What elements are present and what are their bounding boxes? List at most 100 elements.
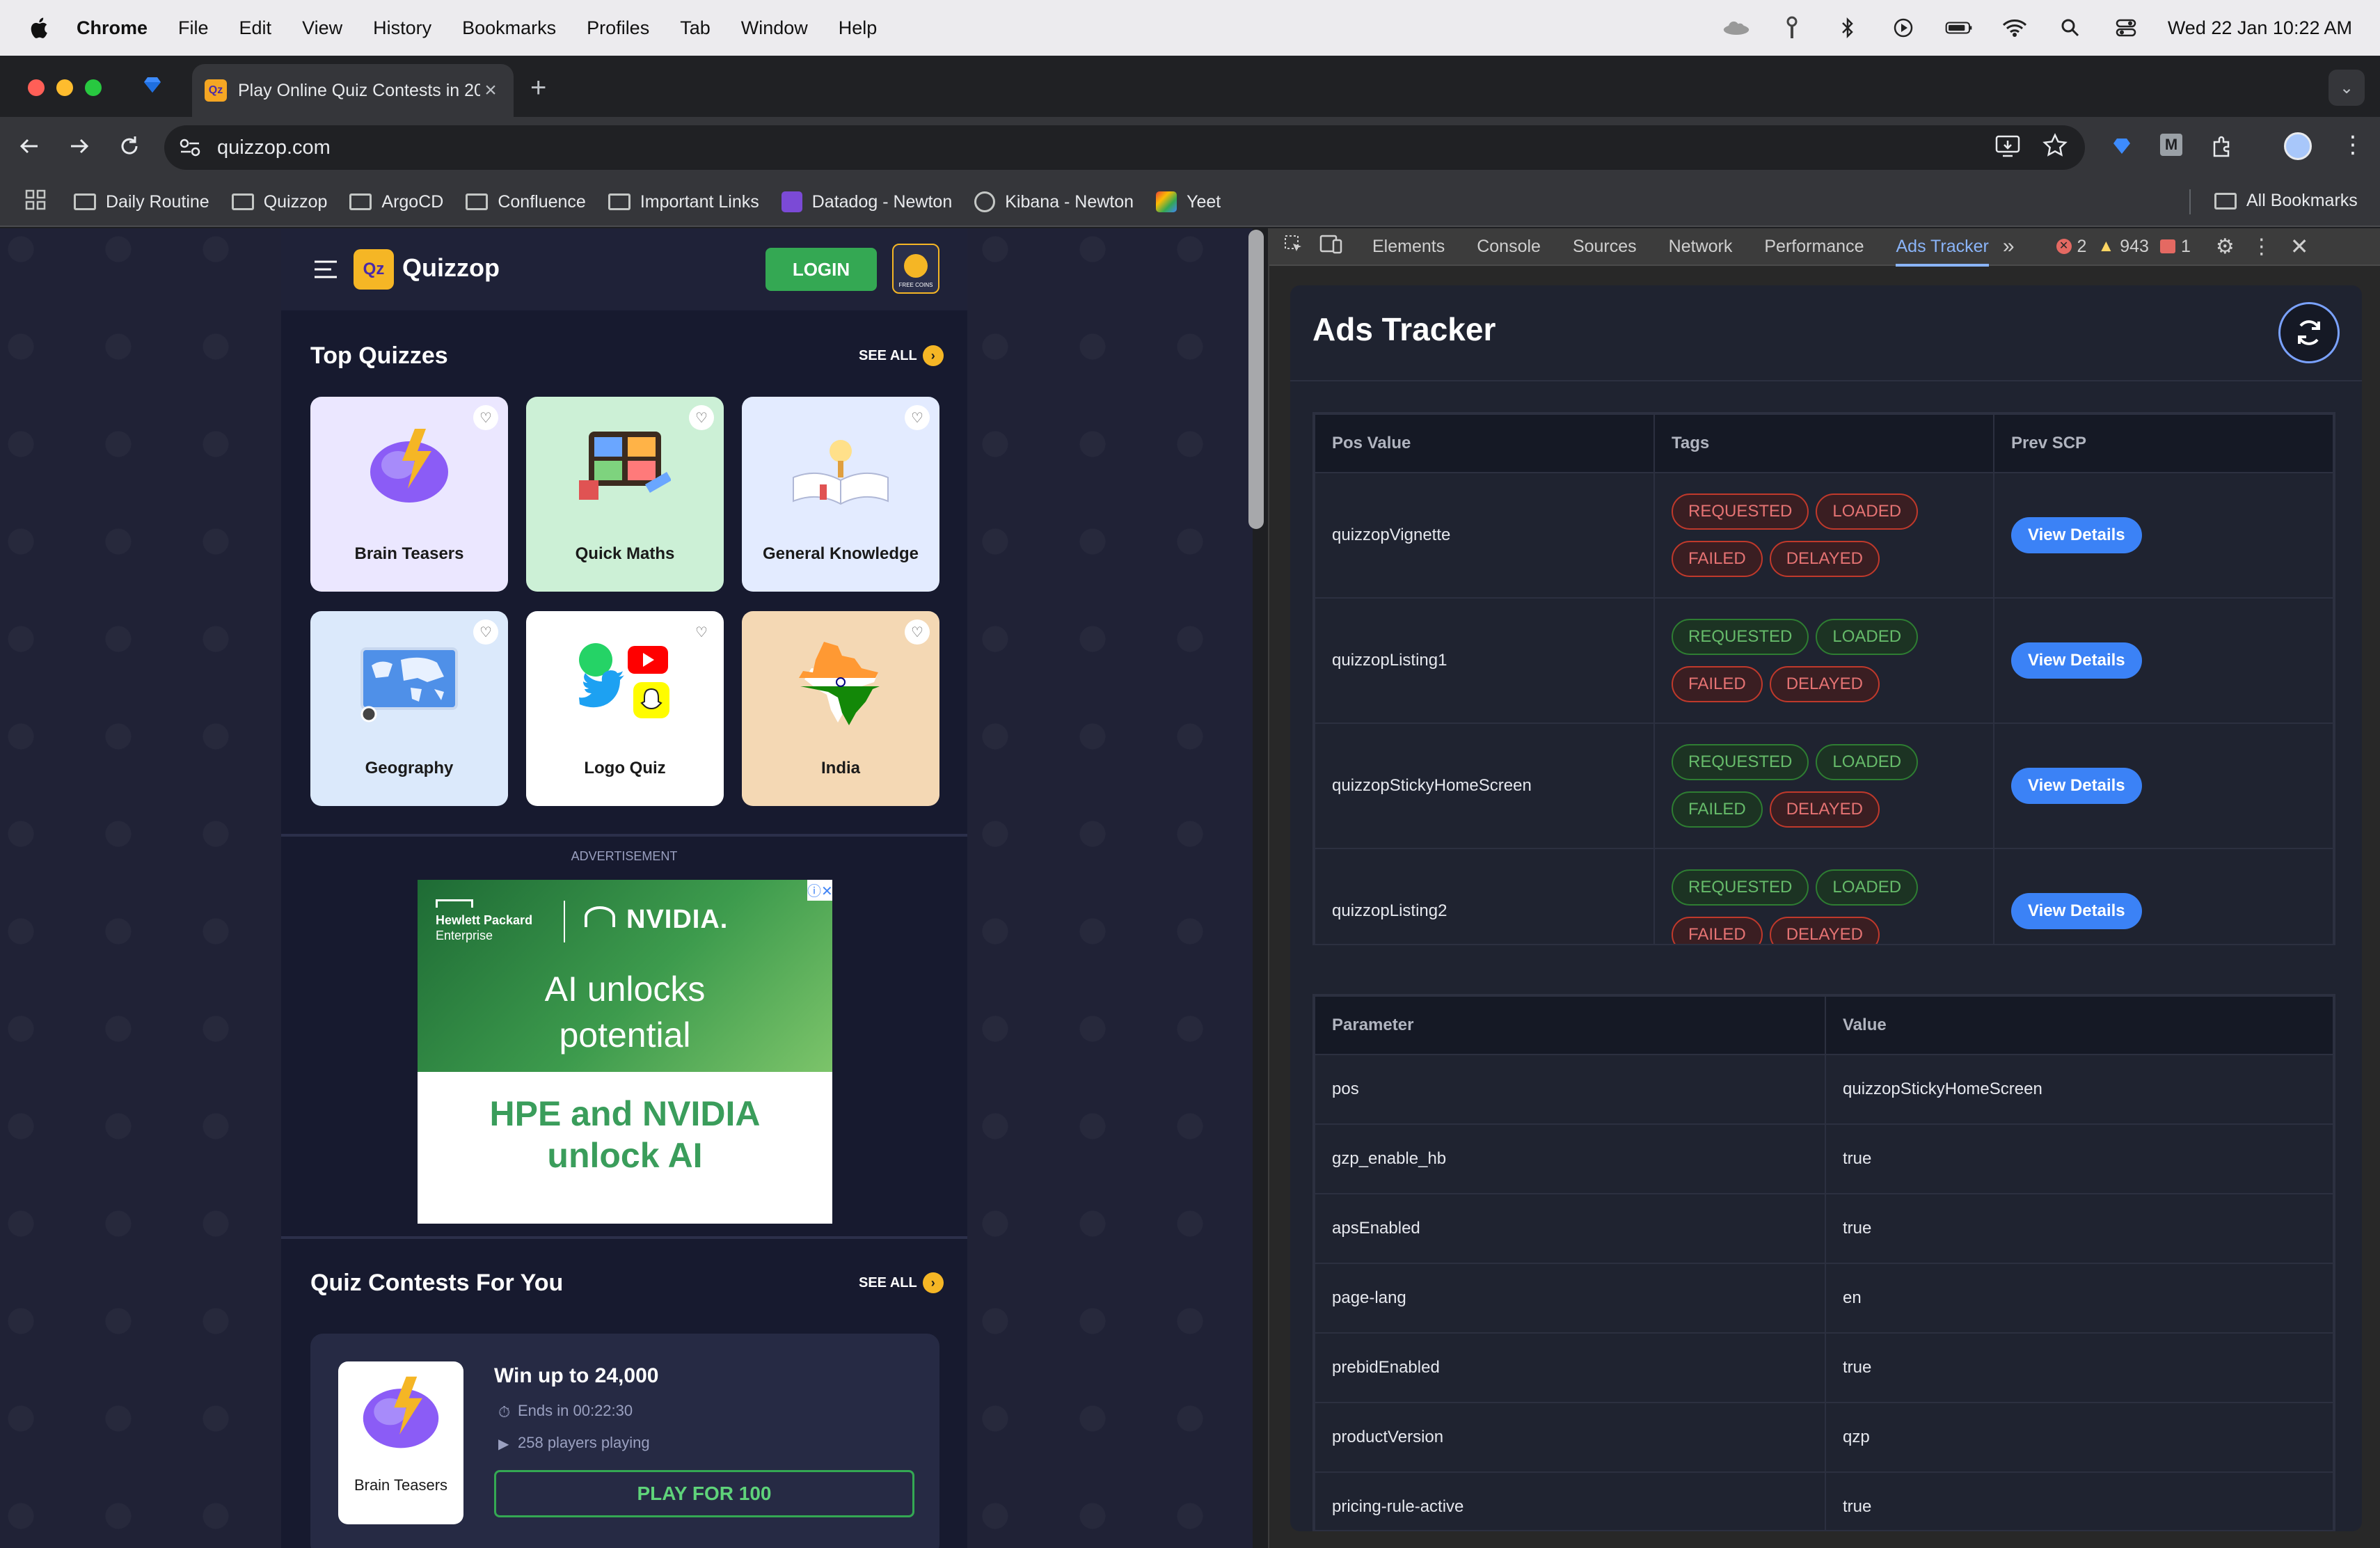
cloud-icon[interactable] [1722, 17, 1750, 39]
site-settings-icon[interactable] [178, 136, 202, 164]
bookmark-important-links[interactable]: Important Links [608, 192, 759, 212]
play-circle-icon[interactable] [1889, 17, 1917, 39]
clock[interactable]: Wed 22 Jan 10:22 AM [2168, 17, 2352, 39]
m-extension-icon[interactable]: M [2160, 134, 2182, 156]
heart-icon[interactable]: ♡ [905, 405, 930, 430]
play-contest-button[interactable]: PLAY FOR 100 [494, 1470, 914, 1517]
bookmark-yeet[interactable]: Yeet [1156, 191, 1221, 212]
wifi-icon[interactable] [2001, 17, 2029, 39]
free-coins-button[interactable]: FREE COINS [892, 244, 939, 294]
brand-name[interactable]: Quizzop [402, 253, 500, 283]
menu-edit[interactable]: Edit [239, 17, 272, 39]
menu-profiles[interactable]: Profiles [587, 17, 649, 39]
diamond-icon[interactable] [142, 74, 163, 98]
forward-arrow-icon[interactable] [67, 134, 92, 162]
value-cell: true [1825, 1123, 2334, 1194]
new-tab-plus-icon[interactable]: + [530, 72, 546, 104]
issues-count[interactable]: 1 [2159, 237, 2191, 257]
page-scrollbar[interactable] [1248, 230, 1264, 529]
bookmark-quizzop[interactable]: Quizzop [231, 192, 327, 212]
device-toolbar-icon[interactable] [1319, 234, 1343, 260]
install-app-icon[interactable] [1994, 134, 2021, 162]
view-details-button[interactable]: View Details [2011, 517, 2142, 553]
tab-search-chevron-icon[interactable]: ⌄ [2329, 70, 2365, 106]
bluetooth-icon[interactable] [1834, 17, 1862, 39]
search-icon[interactable] [2056, 17, 2084, 39]
status-tag: DELAYED [1769, 666, 1880, 702]
battery-icon[interactable] [1945, 17, 1973, 39]
login-button[interactable]: LOGIN [765, 248, 877, 291]
devtools-kebab-icon[interactable]: ⋮ [2251, 235, 2272, 259]
tab-console[interactable]: Console [1477, 237, 1541, 257]
hamburger-menu-icon[interactable] [313, 259, 338, 283]
bookmark-daily-routine[interactable]: Daily Routine [74, 192, 209, 212]
menu-tab[interactable]: Tab [680, 17, 711, 39]
quizzop-logo-icon[interactable]: Qz [354, 249, 394, 290]
quiz-card-quick-maths[interactable]: ♡ Quick Maths [526, 397, 724, 592]
more-tabs-chevron-icon[interactable]: » [2003, 235, 2015, 258]
all-bookmarks[interactable]: All Bookmarks [2214, 191, 2358, 211]
settings-gear-icon[interactable]: ⚙ [2216, 235, 2235, 259]
address-bar[interactable]: quizzop.com [164, 125, 2085, 170]
ad-close-icon[interactable]: ⓘ✕ [807, 880, 832, 901]
control-center-icon[interactable] [2112, 17, 2140, 39]
tab-close-icon[interactable]: × [480, 79, 501, 102]
heart-icon[interactable]: ♡ [905, 619, 930, 645]
contests-see-all[interactable]: SEE ALL › [859, 1272, 944, 1293]
bookmark-confluence[interactable]: Confluence [466, 192, 586, 212]
bookmark-star-icon[interactable] [2042, 132, 2068, 162]
inspect-element-icon[interactable] [1283, 234, 1304, 260]
reload-icon[interactable] [117, 134, 142, 162]
folder-icon [2214, 192, 2237, 210]
quiz-card-general-knowledge[interactable]: ♡ General Knowledge [742, 397, 939, 592]
refresh-button[interactable] [2278, 302, 2340, 363]
menu-history[interactable]: History [373, 17, 431, 39]
view-details-button[interactable]: View Details [2011, 893, 2142, 929]
heart-icon[interactable]: ♡ [689, 619, 714, 645]
apple-icon[interactable] [28, 16, 49, 40]
active-tab[interactable]: Qz Play Online Quiz Contests in 20 × [192, 64, 514, 117]
tab-performance[interactable]: Performance [1764, 237, 1864, 257]
view-details-button[interactable]: View Details [2011, 642, 2142, 679]
back-arrow-icon[interactable] [17, 134, 42, 162]
ad-banner[interactable]: ⓘ✕ Hewlett Packard Enterprise NVIDIA. AI… [418, 880, 832, 1224]
tools-icon[interactable] [1778, 16, 1806, 39]
url-text[interactable]: quizzop.com [217, 136, 331, 159]
tab-elements[interactable]: Elements [1372, 237, 1445, 257]
heart-icon[interactable]: ♡ [689, 405, 714, 430]
bookmark-kibana-newton[interactable]: Kibana - Newton [974, 191, 1134, 212]
quiz-card-geography[interactable]: ♡ Geography [310, 611, 508, 806]
pos-value-cell: quizzopListing1 [1314, 597, 1655, 724]
close-devtools-icon[interactable]: ✕ [2290, 233, 2309, 260]
bookmark-datadog-newton[interactable]: Datadog - Newton [781, 191, 952, 212]
view-details-button[interactable]: View Details [2011, 768, 2142, 804]
menu-chrome[interactable]: Chrome [77, 17, 148, 39]
profile-avatar[interactable] [2284, 132, 2312, 160]
heart-icon[interactable]: ♡ [473, 619, 498, 645]
warning-count[interactable]: ▲ 943 [2097, 237, 2148, 257]
menu-bookmarks[interactable]: Bookmarks [462, 17, 556, 39]
quiz-card-brain-teasers[interactable]: ♡ Brain Teasers [310, 397, 508, 592]
menu-window[interactable]: Window [741, 17, 808, 39]
quiz-card-logo-quiz[interactable]: ♡ Logo Quiz [526, 611, 724, 806]
tab-sources[interactable]: Sources [1573, 237, 1637, 257]
contest-card[interactable]: Brain Teasers Win up to 24,000 ⏱ Ends in… [310, 1334, 939, 1548]
tab-network[interactable]: Network [1669, 237, 1733, 257]
error-count[interactable]: ✕ 2 [2056, 237, 2086, 257]
heart-icon[interactable]: ♡ [473, 405, 498, 430]
apps-grid-icon[interactable] [25, 189, 46, 215]
bookmark-argocd[interactable]: ArgoCD [349, 192, 443, 212]
menu-help[interactable]: Help [839, 17, 878, 39]
chrome-menu-kebab-icon[interactable]: ⋮ [2341, 132, 2365, 157]
zoom-window-button[interactable] [85, 79, 102, 96]
close-window-button[interactable] [28, 79, 45, 96]
tab-ads-tracker[interactable]: Ads Tracker [1896, 237, 1989, 267]
diamond-extension-icon[interactable] [2111, 135, 2132, 159]
minimize-window-button[interactable] [56, 79, 73, 96]
extensions-puzzle-icon[interactable] [2210, 134, 2235, 162]
top-quizzes-see-all[interactable]: SEE ALL › [859, 345, 944, 366]
menu-view[interactable]: View [302, 17, 342, 39]
refresh-icon [2298, 320, 2320, 345]
quiz-card-india[interactable]: ♡ India [742, 611, 939, 806]
menu-file[interactable]: File [178, 17, 209, 39]
